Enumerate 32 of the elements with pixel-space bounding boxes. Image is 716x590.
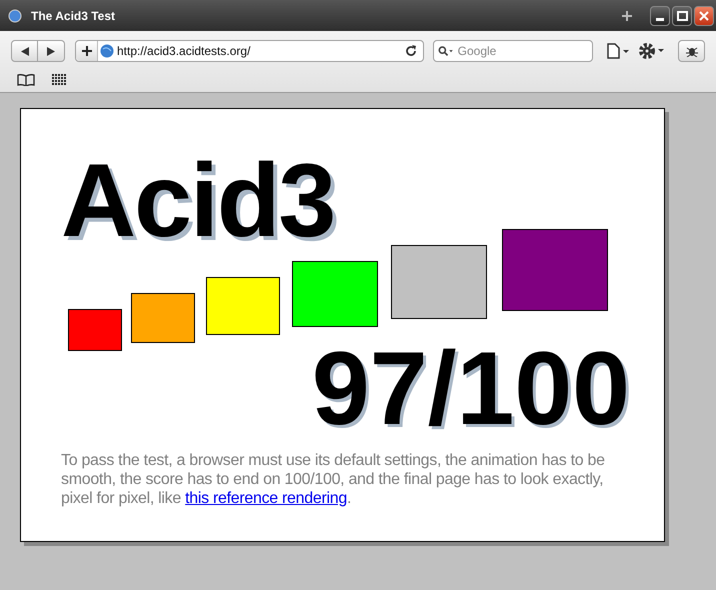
globe-icon [100,44,114,58]
grid-icon[interactable] [52,74,66,86]
book-icon[interactable] [17,74,35,86]
maximize-icon [676,10,688,20]
back-button[interactable] [11,40,38,62]
bug-button[interactable] [678,40,705,62]
acid3-heading: Acid3 [61,151,336,251]
reload-icon[interactable] [405,45,417,57]
score-text: 97/100 [312,341,630,437]
plus-icon [82,46,92,56]
page-menu-icon[interactable] [607,43,629,59]
forward-arrow-icon [47,46,55,56]
instructions-paragraph: To pass the test, a browser must use its default settings, the animation has to be smooth, the score has to end on 100/100, and the final page has to look exactly, pixel for pixel, like this reference rendering. [61,451,606,508]
minimize-button[interactable] [650,6,670,26]
maximize-button[interactable] [672,6,692,26]
window-title: The Acid3 Test [31,8,116,24]
search-input[interactable]: Google [458,42,588,60]
url-text: http://acid3.acidtests.org/ [117,43,252,60]
minimize-icon [656,18,664,20]
forward-button[interactable] [38,40,65,62]
new-tab-icon[interactable] [622,10,632,20]
gear-icon[interactable] [638,42,664,60]
close-icon [699,10,709,20]
add-bookmark-button[interactable] [76,41,98,61]
bug-icon [686,45,698,57]
close-button[interactable] [694,6,714,26]
back-arrow-icon [20,46,28,56]
reference-link[interactable]: this reference rendering [185,490,347,507]
search-icon [438,45,454,57]
search-field[interactable]: Google [433,40,593,62]
globe-icon [8,8,22,22]
address-bar[interactable]: http://acid3.acidtests.org/ [75,40,424,62]
